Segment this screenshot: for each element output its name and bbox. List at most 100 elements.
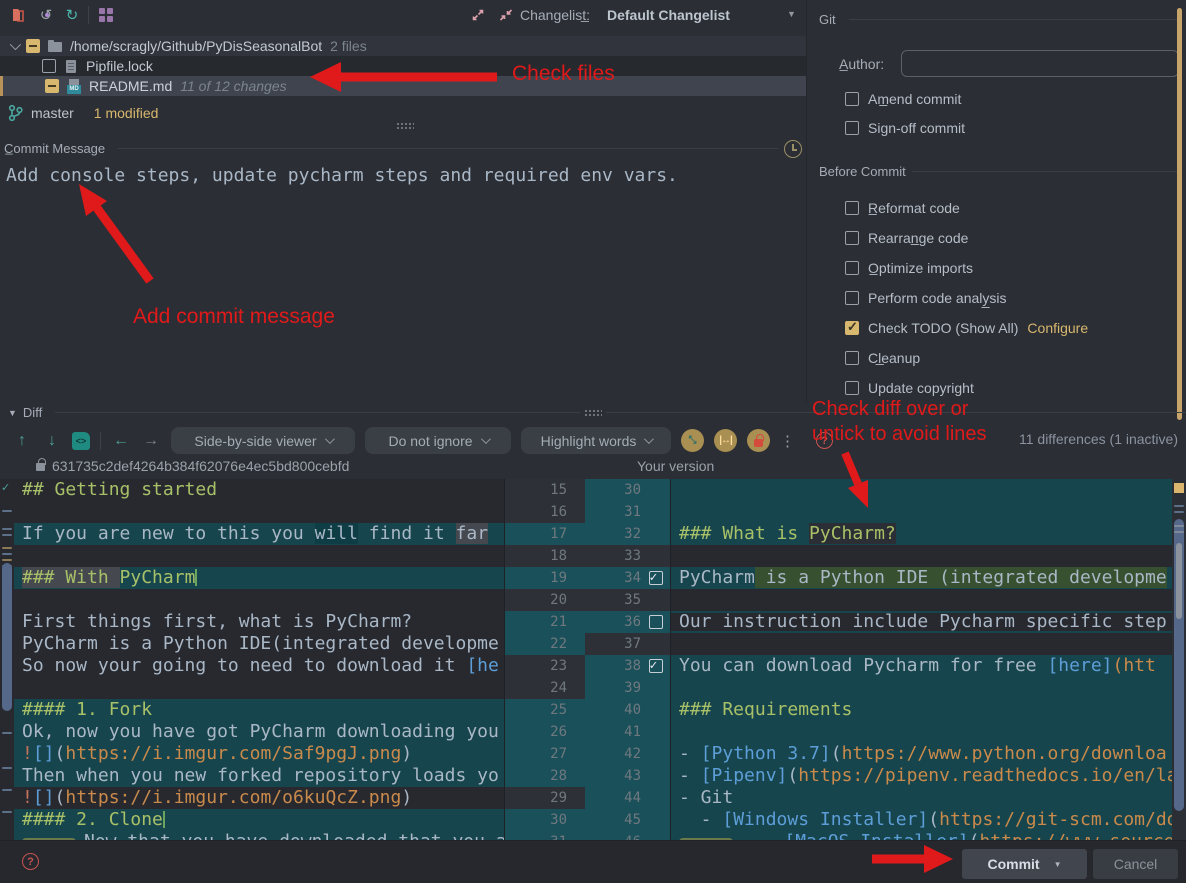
editor-settings-icon[interactable]: ⋮ (780, 432, 792, 450)
before-commit-item-4-checkbox[interactable] (845, 321, 859, 335)
scrollbar-thumb[interactable] (2, 563, 12, 711)
git-option-1-checkbox[interactable] (845, 121, 859, 135)
diff-line: - [MacOS Installer](https://www.sourcefo… (671, 831, 1172, 840)
diff-line: ## Getting started (14, 479, 504, 501)
commit-message-label: C̲ommit Message (4, 141, 105, 156)
pipfile-checkbox[interactable] (42, 59, 56, 73)
panel-scrollbar[interactable] (1177, 8, 1182, 420)
left-editor-scrollbar[interactable]: ✓ (0, 479, 14, 840)
before-commit-item-0[interactable]: R̲eformat code (845, 198, 960, 218)
before-commit-item-4[interactable]: Check TODO (Show All) Configure (845, 318, 1088, 338)
before-commit-item-1[interactable]: Rearran̲ge code (845, 228, 968, 248)
diff-gutter-row: 1530 (505, 479, 670, 501)
diff-line: #### 1. Fork (14, 699, 504, 721)
refresh-icon[interactable]: ↻ (62, 5, 82, 25)
diff-line: If you are new to this you will find it … (14, 523, 504, 545)
author-input[interactable] (901, 50, 1179, 77)
previous-change-icon[interactable]: ← (111, 432, 131, 450)
cancel-button[interactable]: Cancel (1093, 849, 1178, 879)
before-commit-item-6[interactable]: Update copyright (845, 378, 974, 398)
before-commit-item-0-checkbox[interactable] (845, 201, 859, 215)
diff-line: PyCharm is a Python IDE(integrated devel… (14, 633, 504, 655)
tree-row-readme[interactable]: MD README.md 11 of 12 changes (0, 76, 806, 96)
diff-line: - [Python 3.7](https://www.python.org/do… (671, 743, 1172, 765)
toolbar-separator (100, 432, 101, 450)
diff-section-header[interactable]: ▼ Diff (8, 405, 42, 420)
diff-line (671, 677, 1172, 699)
diff-right-pane[interactable]: ### What is PyCharm?PyCharm is a Python … (670, 479, 1172, 840)
dialog-footer: ? Commit ▼ Cancel (0, 840, 1186, 883)
branch-name[interactable]: master (31, 105, 74, 121)
tree-row-root[interactable]: /home/scragly/Github/PyDisSeasonalBot 2 … (0, 36, 806, 56)
diff-left-pane[interactable]: ## Getting started If you are new to this… (14, 479, 505, 840)
collapse-all-icon[interactable] (496, 5, 516, 25)
expand-all-icon[interactable] (468, 5, 488, 25)
message-history-icon[interactable] (784, 140, 802, 158)
diff-gutter-row: 2439 (505, 677, 670, 699)
diff-gutter-row: 3146 (505, 831, 670, 840)
root-file-count: 2 files (330, 38, 367, 54)
before-commit-item-2-checkbox[interactable] (845, 261, 859, 275)
diff-line (671, 545, 1172, 567)
before-commit-item-2[interactable]: O̲ptimize imports (845, 258, 973, 278)
git-options-panel: Git A̲uthor: Am̲end commit Sign-off commi… (806, 0, 1186, 403)
disable-editing-toggle[interactable] (747, 429, 770, 452)
collapse-unchanged-toggle[interactable]: ⤡ (681, 429, 704, 452)
before-commit-item-5-label: Cl̲eanup (868, 350, 920, 366)
include-change-checkbox[interactable] (649, 571, 663, 585)
commit-message-input[interactable]: Add console steps, update pycharm steps … (6, 165, 678, 186)
include-change-checkbox[interactable] (649, 615, 663, 629)
scrollbar-inner-thumb (1176, 543, 1182, 619)
jump-to-source-icon[interactable]: <> (72, 432, 90, 450)
diff-line (671, 479, 1172, 501)
synchronize-scrolling-toggle[interactable]: |↔| (714, 429, 737, 452)
before-commit-item-4-label: Check TODO (Show All) (868, 320, 1018, 336)
viewer-mode-dropdown[interactable]: Side-by-side viewer (171, 427, 355, 454)
chevron-down-icon[interactable] (10, 39, 21, 50)
whitespace-dropdown[interactable]: Do not ignore (365, 427, 511, 454)
before-commit-item-3-checkbox[interactable] (845, 291, 859, 305)
git-option-0[interactable]: Am̲end commit (845, 89, 961, 109)
dialog-help-icon[interactable]: ? (22, 853, 39, 870)
modified-count[interactable]: 1 modified (94, 105, 159, 121)
diff-gutter: 1530163117321833193420352136223723382439… (505, 479, 670, 840)
right-editor-scrollbar[interactable] (1172, 479, 1186, 840)
history-icon-dot (45, 13, 49, 17)
commit-button[interactable]: Commit ▼ (962, 849, 1087, 879)
include-change-checkbox[interactable] (649, 659, 663, 673)
diff-splitter-handle[interactable] (584, 409, 602, 416)
highlight-mode-dropdown[interactable]: Highlight words (521, 427, 671, 454)
git-section-title: Git (819, 12, 836, 27)
file-icon (64, 59, 78, 74)
section-divider (118, 148, 778, 149)
readme-checkbox[interactable] (45, 79, 59, 93)
diff-line: Our instruction include Pycharm specific… (671, 611, 1172, 633)
changelist-dropdown[interactable]: Default Changelist (607, 7, 730, 23)
before-commit-item-2-label: O̲ptimize imports (868, 260, 973, 276)
before-commit-item-5[interactable]: Cl̲eanup (845, 348, 920, 368)
previous-difference-icon[interactable]: ↑ (12, 432, 32, 450)
before-commit-item-4-configure-link[interactable]: Configure (1027, 320, 1088, 336)
before-commit-item-3[interactable]: Perform code analy̲sis (845, 288, 1007, 308)
next-difference-icon[interactable]: ↓ (42, 432, 62, 450)
base-revision-hash: 631735c2def4264b384f62076e4ec5bd800cebfd (52, 458, 349, 474)
tree-row-pipfile[interactable]: Pipfile.lock (0, 56, 806, 76)
root-checkbox[interactable] (26, 39, 40, 53)
git-option-0-checkbox[interactable] (845, 92, 859, 106)
before-commit-item-1-checkbox[interactable] (845, 231, 859, 245)
next-change-icon[interactable]: → (141, 432, 161, 450)
diff-gutter-row: 2843 (505, 765, 670, 787)
rollback-icon[interactable] (8, 5, 28, 25)
diff-line: You can download Pycharm for free [here]… (671, 655, 1172, 677)
diff-line: First things first, what is PyCharm? (14, 611, 504, 633)
splitter-handle[interactable] (396, 122, 414, 129)
git-option-1[interactable]: Sign-off commit (845, 118, 965, 138)
before-commit-item-6-checkbox[interactable] (845, 381, 859, 395)
group-by-icon[interactable] (96, 5, 116, 25)
diff-titles-row: 631735c2def4264b384f62076e4ec5bd800cebfd… (0, 457, 1186, 478)
before-commit-item-5-checkbox[interactable] (845, 351, 859, 365)
collapse-diff-icon[interactable]: ▼ (8, 408, 17, 418)
changelist-caret-icon[interactable]: ▼ (787, 9, 796, 19)
commit-options-caret-icon[interactable]: ▼ (1054, 860, 1062, 869)
author-label: A̲uthor: (839, 56, 884, 72)
